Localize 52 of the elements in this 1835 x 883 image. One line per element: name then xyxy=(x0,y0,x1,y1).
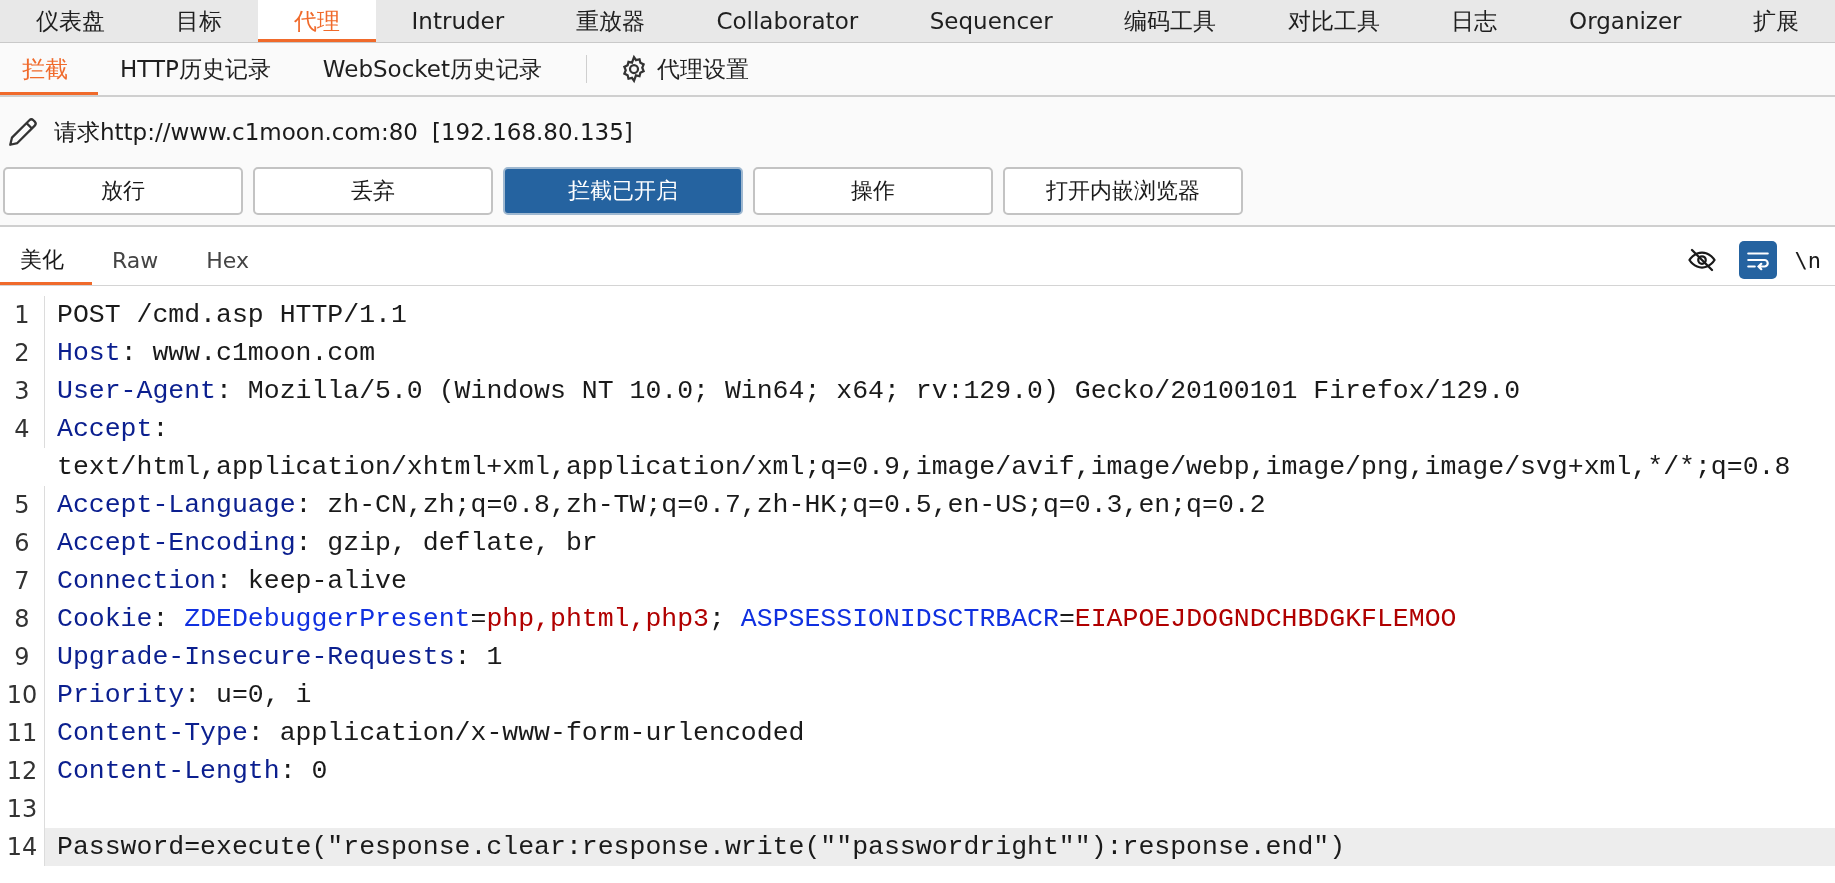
line-number: 7 xyxy=(0,562,45,600)
line-number: 11 xyxy=(0,714,45,752)
action-button[interactable]: 拦截已开启 xyxy=(503,167,743,215)
code-line: Accept-Language: zh-CN,zh;q=0.8,zh-TW;q=0.7,zh-HK;q=0.5,en-US;q=0.3,en;q=0.2 xyxy=(56,489,1267,522)
wrap-lines-icon[interactable] xyxy=(1738,241,1777,279)
code-line: Accept: text/html,application/xhtml+xml,application/xml;q=0.9,image/avif,image/webp,image/png,image/svg+xml,*/*;q=0.8 xyxy=(56,413,1792,484)
line-number: 4 xyxy=(0,410,45,448)
action-button[interactable]: 打开内嵌浏览器 xyxy=(1003,167,1243,215)
sub-tab[interactable]: HTTP历史记录 xyxy=(98,43,301,95)
code-line: Accept-Encoding: gzip, deflate, br xyxy=(56,527,599,560)
line-number: 3 xyxy=(0,372,45,410)
main-tab[interactable]: 扩展 xyxy=(1717,0,1835,42)
line-number: 13 xyxy=(0,790,45,828)
code-line: Cookie: ZDEDebuggerPresent=php,phtml,php3; ASPSESSIONIDSCTRBACR=EIAPOEJDOGNDCHBDGKFLEMOO xyxy=(56,603,1458,636)
request-label: 请求http://www.c1moon.com:80 xyxy=(54,117,418,147)
line-number: 2 xyxy=(0,334,45,372)
code-line: Upgrade-Insecure-Requests: 1 xyxy=(56,641,504,674)
main-tab[interactable]: Collaborator xyxy=(680,0,894,42)
line-number: 9 xyxy=(0,638,45,676)
newline-toggle[interactable]: \n xyxy=(1794,247,1821,273)
main-tab[interactable]: 仪表盘 xyxy=(0,0,141,42)
code-line: Priority: u=0, i xyxy=(56,679,313,712)
editor-tab[interactable]: Raw xyxy=(92,235,187,285)
main-tab[interactable]: 对比工具 xyxy=(1252,0,1416,42)
editor-tab[interactable]: 美化 xyxy=(0,235,92,285)
main-tab[interactable]: Organizer xyxy=(1533,0,1718,42)
action-button[interactable]: 放行 xyxy=(3,167,243,215)
main-tab[interactable]: 编码工具 xyxy=(1088,0,1253,42)
code-line: User-Agent: Mozilla/5.0 (Windows NT 10.0; Win64; x64; rv:129.0) Gecko/20100101 Firefox/129.0 xyxy=(56,375,1522,408)
main-tab[interactable]: 日志 xyxy=(1415,0,1534,42)
ip-address: [192.168.80.135] xyxy=(431,119,633,145)
main-tab[interactable]: Sequencer xyxy=(893,0,1089,42)
line-number: 5 xyxy=(0,486,45,524)
line-number: 1 xyxy=(0,296,45,334)
action-button[interactable]: 丢弃 xyxy=(253,167,493,215)
line-number: 12 xyxy=(0,752,45,790)
editor-tab[interactable]: Hex xyxy=(186,235,277,285)
line-number: 8 xyxy=(0,600,45,638)
code-line: Connection: keep-alive xyxy=(56,565,408,598)
proxy-settings-tab[interactable]: 代理设置 xyxy=(601,43,767,95)
action-button[interactable]: 操作 xyxy=(753,167,993,215)
main-tab[interactable]: Intruder xyxy=(375,0,540,42)
code-line: POST /cmd.asp HTTP/1.1 xyxy=(56,299,408,332)
code-line: Content-Type: application/x-www-form-urlencoded xyxy=(56,717,806,750)
code-line: Content-Length: 0 xyxy=(56,755,329,788)
main-tab[interactable]: 重放器 xyxy=(540,0,681,42)
line-number: 10 xyxy=(0,676,45,714)
main-tab[interactable]: 目标 xyxy=(140,0,259,42)
code-line: Host: www.c1moon.com xyxy=(56,337,377,370)
pencil-icon xyxy=(6,115,40,149)
sub-tab[interactable]: WebSocket历史记录 xyxy=(300,43,572,95)
line-number: 6 xyxy=(0,524,45,562)
